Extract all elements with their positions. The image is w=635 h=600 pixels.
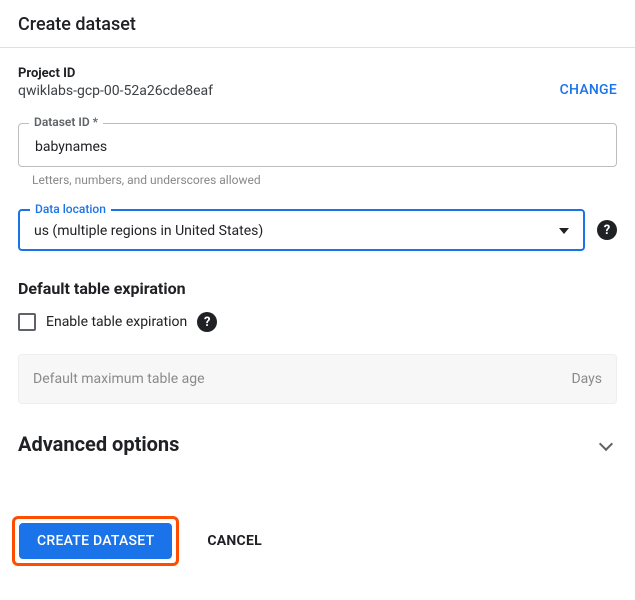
enable-expiration-label: Enable table expiration bbox=[46, 314, 187, 330]
project-row: Project ID qwiklabs-gcp-00-52a26cde8eaf … bbox=[18, 66, 617, 99]
data-location-select[interactable]: Data location us (multiple regions in Un… bbox=[18, 209, 585, 251]
cancel-button[interactable]: CANCEL bbox=[207, 533, 262, 549]
dataset-id-helper: Letters, numbers, and underscores allowe… bbox=[32, 173, 617, 187]
chevron-down-icon bbox=[559, 228, 569, 234]
expiration-heading: Default table expiration bbox=[18, 279, 617, 298]
change-project-button[interactable]: CHANGE bbox=[560, 66, 617, 98]
dataset-id-field[interactable]: Dataset ID * bbox=[18, 123, 617, 167]
max-table-age-field: Default maximum table age Days bbox=[18, 354, 617, 404]
advanced-options-toggle[interactable]: Advanced options bbox=[18, 432, 617, 456]
enable-expiration-checkbox[interactable] bbox=[18, 313, 36, 331]
data-location-label: Data location bbox=[30, 202, 111, 216]
dataset-id-input[interactable] bbox=[33, 138, 602, 156]
help-icon[interactable]: ? bbox=[197, 312, 217, 332]
max-table-age-placeholder: Default maximum table age bbox=[33, 371, 205, 387]
advanced-options-label: Advanced options bbox=[18, 432, 179, 456]
max-table-age-unit: Days bbox=[571, 371, 602, 387]
chevron-down-icon bbox=[599, 437, 613, 451]
help-icon[interactable]: ? bbox=[597, 220, 617, 240]
dataset-id-label: Dataset ID * bbox=[29, 115, 103, 129]
dialog-title: Create dataset bbox=[0, 0, 635, 48]
highlight-box: CREATE DATASET bbox=[12, 516, 179, 566]
project-id-value: qwiklabs-gcp-00-52a26cde8eaf bbox=[18, 83, 213, 99]
data-location-value: us (multiple regions in United States) bbox=[34, 223, 559, 239]
project-id-label: Project ID bbox=[18, 66, 213, 81]
create-dataset-button[interactable]: CREATE DATASET bbox=[19, 523, 172, 559]
